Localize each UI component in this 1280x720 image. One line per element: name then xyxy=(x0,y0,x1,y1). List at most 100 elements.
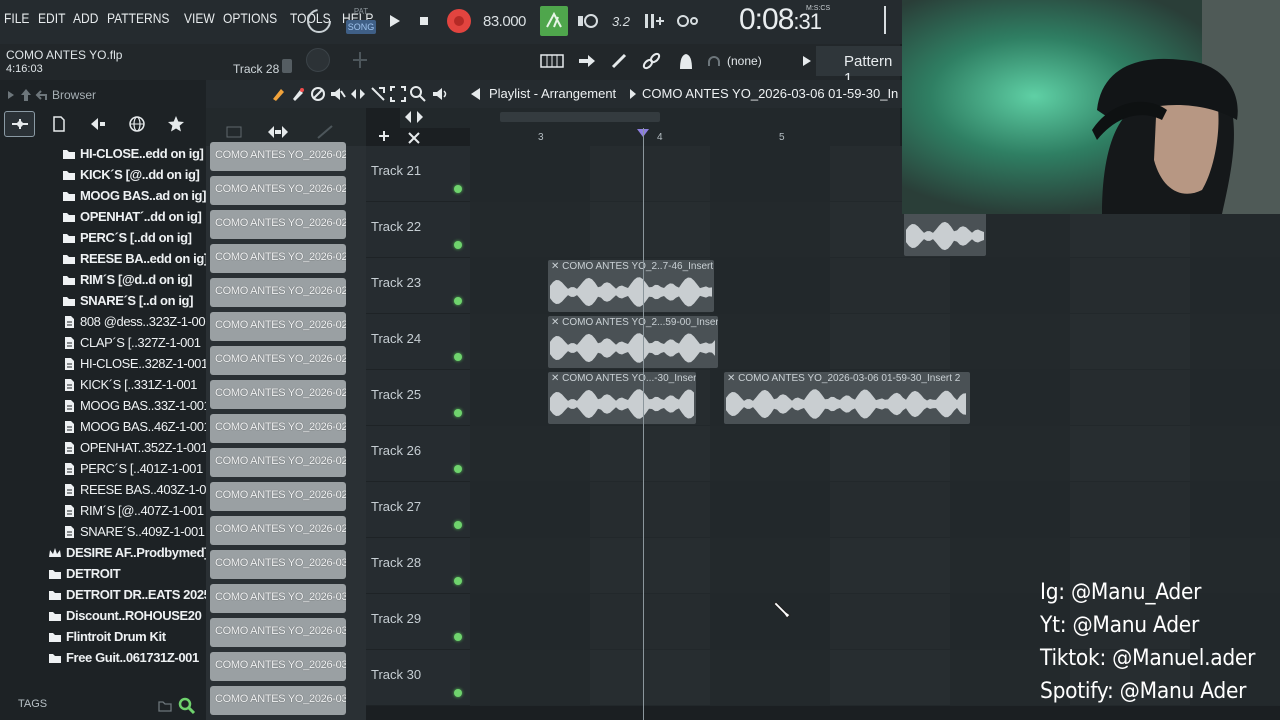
tab-all[interactable] xyxy=(4,111,35,137)
browser-item[interactable]: PERC´S [..401Z-1-001 xyxy=(0,459,206,480)
playlist-menu-icon[interactable] xyxy=(468,86,482,102)
browser-item[interactable]: RIM´S [@..407Z-1-001 xyxy=(0,501,206,522)
track-header[interactable]: Track 27 xyxy=(366,482,470,538)
menu-options[interactable]: OPTIONS xyxy=(223,10,277,26)
pat-song-toggle[interactable]: PAT SONG xyxy=(346,7,376,35)
tab-online[interactable] xyxy=(121,111,152,137)
menu-add[interactable]: ADD xyxy=(73,10,98,26)
channel-button[interactable]: COMO ANTES YO_2026-02... xyxy=(210,244,346,273)
channel-button[interactable]: COMO ANTES YO_2026-02... xyxy=(210,414,346,443)
play-button[interactable] xyxy=(384,10,404,32)
search-icon[interactable] xyxy=(178,697,196,715)
collapse-arrow-icon[interactable] xyxy=(6,90,16,100)
track-mute-led[interactable] xyxy=(454,241,462,249)
menu-patterns[interactable]: PATTERNS xyxy=(107,10,169,26)
loop-record-icon[interactable] xyxy=(675,10,699,32)
track-header[interactable]: Track 23 xyxy=(366,258,470,314)
browser-item[interactable]: SNARE´S [..d on ig] xyxy=(0,291,206,312)
snap-value[interactable]: 3.2 xyxy=(608,12,634,30)
metronome-button[interactable] xyxy=(540,6,568,36)
channel-button[interactable]: COMO ANTES YO_2026-02... xyxy=(210,142,346,171)
browser-item[interactable]: HI-CLOSE..328Z-1-001 xyxy=(0,354,206,375)
browser-item[interactable]: SNARE´S..409Z-1-001 xyxy=(0,522,206,543)
tempo-display[interactable]: 83.000 xyxy=(483,13,526,30)
clip-close-icon[interactable]: ✕ xyxy=(551,261,562,272)
menu-file[interactable]: FILE xyxy=(4,10,29,26)
browser-item[interactable]: Discount..ROHOUSE20 xyxy=(0,606,206,627)
channel-button[interactable]: COMO ANTES YO_2026-03... xyxy=(210,652,346,681)
track-header[interactable]: Track 24 xyxy=(366,314,470,370)
waveform-icon[interactable] xyxy=(266,124,290,140)
browser-item[interactable]: Flintroit Drum Kit xyxy=(0,627,206,648)
browser-item[interactable]: REESE BAS..403Z-1-001 xyxy=(0,480,206,501)
track-header[interactable]: Track 25 xyxy=(366,370,470,426)
master-volume-knob[interactable] xyxy=(306,48,330,72)
overview-bar[interactable] xyxy=(400,108,900,128)
track-lane[interactable]: ✕ COMO ANTES YO...-30_Insert 2 ✕ COMO ANT… xyxy=(470,370,1280,426)
add-icon[interactable] xyxy=(378,130,390,142)
browser-item[interactable]: DETROIT xyxy=(0,564,206,585)
browser-item[interactable]: KICK´S [..331Z-1-001 xyxy=(0,375,206,396)
channel-button[interactable]: COMO ANTES YO_2026-02... xyxy=(210,210,346,239)
browser-item[interactable]: MOOG BAS..ad on ig] xyxy=(0,186,206,207)
channel-button[interactable]: COMO ANTES YO_2026-02... xyxy=(210,516,346,545)
track-mute-led[interactable] xyxy=(454,689,462,697)
pattern-selector[interactable]: Pattern 1 xyxy=(803,46,902,87)
link-icon[interactable] xyxy=(642,52,662,70)
timeline-ruler[interactable] xyxy=(470,128,900,146)
track-mute-led[interactable] xyxy=(454,521,462,529)
clip-close-icon[interactable]: ✕ xyxy=(551,373,562,384)
arrow-right-icon[interactable] xyxy=(578,53,596,69)
pencil-icon[interactable] xyxy=(270,86,286,102)
clip-close-icon[interactable]: ✕ xyxy=(551,317,562,328)
automation-icon[interactable] xyxy=(316,124,334,140)
track-mute-led[interactable] xyxy=(454,577,462,585)
browser-item[interactable]: HI-CLOSE..edd on ig] xyxy=(0,144,206,165)
channel-button[interactable]: COMO ANTES YO_2026-02... xyxy=(210,176,346,205)
audio-clip[interactable]: ✕ COMO ANTES YO_2026-03-06 01-59-30_Inse… xyxy=(724,372,970,424)
browser-item[interactable]: Free Guit..061731Z-001 xyxy=(0,648,206,669)
preset-selector[interactable]: (none) xyxy=(727,54,762,68)
slice-icon[interactable] xyxy=(370,86,386,102)
clip-close-icon[interactable]: ✕ xyxy=(727,373,738,384)
track-mute-led[interactable] xyxy=(454,353,462,361)
browser-item[interactable]: DESIRE AF..Prodbymed] xyxy=(0,543,206,564)
playback-icon[interactable] xyxy=(432,86,448,102)
browser-item[interactable]: OPENHAT..352Z-1-001 xyxy=(0,438,206,459)
record-button[interactable] xyxy=(444,6,474,36)
overview-window[interactable] xyxy=(500,112,660,122)
audio-clip[interactable]: ✕ COMO ANTES YO...-30_Insert 2 xyxy=(548,372,696,424)
stop-button[interactable] xyxy=(414,10,434,32)
channel-button[interactable]: COMO ANTES YO_2026-02... xyxy=(210,278,346,307)
channel-button[interactable]: COMO ANTES YO_2026-03... xyxy=(210,686,346,715)
menu-edit[interactable]: EDIT xyxy=(38,10,65,26)
arrange-icon[interactable] xyxy=(404,110,424,124)
track-header[interactable]: Track 28 xyxy=(366,538,470,594)
piano-keys-icon[interactable] xyxy=(226,126,242,138)
tab-projects[interactable] xyxy=(43,111,74,137)
wait-input-icon[interactable] xyxy=(576,10,600,32)
track-mute-led[interactable] xyxy=(454,465,462,473)
track-lane[interactable]: ✕ COMO ANTES YO_2..7-46_Insert 2 xyxy=(470,258,1280,314)
track-lane[interactable]: ✕ COMO ANTES YO_2...59-00_Insert 2 xyxy=(470,314,1280,370)
close-icon[interactable] xyxy=(408,132,420,144)
track-mute-led[interactable] xyxy=(454,409,462,417)
channel-button[interactable]: COMO ANTES YO_2026-03... xyxy=(210,550,346,579)
browser-item[interactable]: REESE BA..edd on ig] xyxy=(0,249,206,270)
tags-label[interactable]: TAGS xyxy=(18,698,47,710)
browser-item[interactable]: PERC´S [..dd on ig] xyxy=(0,228,206,249)
piano-roll-icon[interactable] xyxy=(540,53,564,69)
up-arrow-icon[interactable] xyxy=(20,88,32,102)
master-pitch-icon[interactable] xyxy=(350,50,370,70)
channel-button[interactable]: COMO ANTES YO_2026-03... xyxy=(210,618,346,647)
mute-icon[interactable] xyxy=(330,86,346,102)
folder-icon[interactable] xyxy=(158,700,172,712)
track-mute-led[interactable] xyxy=(454,185,462,193)
cpu-meter-icon[interactable] xyxy=(304,6,334,36)
browser-item[interactable]: RIM´S [@d..d on ig] xyxy=(0,270,206,291)
track-header[interactable]: Track 29 xyxy=(366,594,470,650)
browser-item[interactable]: MOOG BAS..46Z-1-001 xyxy=(0,417,206,438)
channel-button[interactable]: COMO ANTES YO_2026-02... xyxy=(210,380,346,409)
channel-button[interactable]: COMO ANTES YO_2026-02... xyxy=(210,312,346,341)
track-header[interactable]: Track 22 xyxy=(366,202,470,258)
